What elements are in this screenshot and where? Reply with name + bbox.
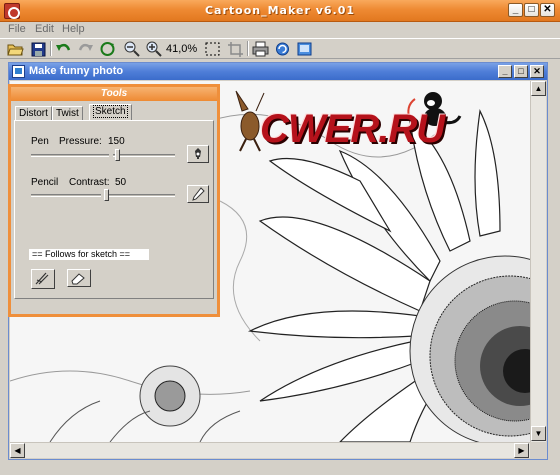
horizontal-scrollbar[interactable]: ◀ ▶ (10, 442, 530, 458)
pencil-slider-a[interactable] (31, 191, 101, 199)
pressure-label: Pressure: (59, 136, 102, 147)
eraser-icon (71, 273, 85, 285)
tab-distort[interactable]: Distort (15, 106, 52, 120)
contrast-slider[interactable] (104, 189, 175, 201)
vertical-scrollbar[interactable]: ▲ ▼ (530, 81, 546, 442)
maximize-button[interactable]: □ (524, 3, 539, 17)
toolbar: 41,0% (0, 38, 560, 59)
undo-icon[interactable] (54, 40, 73, 58)
watermark-logo: CWER.RU (260, 107, 445, 151)
tab-twist[interactable]: Twist (52, 106, 83, 120)
inner-maximize-button[interactable]: □ (514, 65, 528, 78)
slider-track (31, 194, 101, 197)
toolbar-separator (50, 41, 52, 56)
tools-panel: Tools Distort Twist Sketch Pen Pressure:… (8, 84, 220, 317)
tab-sketch-label: Sketch (93, 105, 128, 118)
pencil-label: Pencil (31, 177, 59, 188)
inner-close-button[interactable]: ✕ (530, 65, 544, 78)
tools-panel-title: Tools (11, 87, 217, 101)
minimize-button[interactable]: _ (508, 3, 523, 17)
open-folder-icon[interactable] (6, 40, 25, 58)
menu-bar: File Edit Help (0, 22, 560, 38)
photo-window-title: Make funny photo (29, 65, 124, 77)
save-icon[interactable] (29, 40, 48, 58)
export-icon[interactable] (295, 40, 314, 58)
window-title: Cartoon_Maker v6.01 (204, 4, 356, 17)
close-button[interactable]: ✕ (540, 3, 555, 17)
pencil-tool-button[interactable] (187, 185, 209, 203)
brush-icon (35, 272, 49, 285)
pressure-value: 150 (108, 136, 125, 147)
contrast-slider-thumb[interactable] (104, 189, 109, 201)
zoom-in-icon[interactable] (144, 40, 163, 58)
pen-label: Pen (31, 136, 49, 147)
redo-icon[interactable] (76, 40, 95, 58)
pencil-icon (192, 187, 205, 201)
slider-track (113, 154, 175, 157)
rotate-icon[interactable] (273, 40, 292, 58)
toolbar-separator (247, 41, 249, 56)
sketch-brush-button[interactable] (31, 269, 55, 289)
eraser-button[interactable] (67, 269, 91, 287)
pen-slider-a[interactable] (31, 151, 109, 159)
menu-help[interactable]: Help (62, 23, 85, 35)
sketch-tab-content: Pen Pressure: 150 Pencil Contrast: 50 ==… (14, 120, 214, 299)
contrast-label: Contrast: (69, 177, 110, 188)
main-title-bar: Cartoon_Maker v6.01 _ □ ✕ (0, 0, 560, 22)
scroll-right-arrow[interactable]: ▶ (514, 443, 529, 458)
print-icon[interactable] (251, 40, 270, 58)
inner-minimize-button[interactable]: _ (498, 65, 512, 78)
photo-window-icon (12, 65, 25, 78)
pressure-slider-thumb[interactable] (115, 149, 120, 161)
crop-icon[interactable] (226, 40, 245, 58)
menu-edit[interactable]: Edit (35, 23, 54, 35)
zoom-level: 41,0% (166, 43, 198, 55)
photo-window-title-bar: Make funny photo _ □ ✕ (9, 63, 547, 80)
pen-tool-button[interactable] (187, 145, 209, 163)
slider-track (31, 154, 109, 157)
zoom-out-icon[interactable] (122, 40, 141, 58)
slider-track (105, 194, 175, 197)
menu-file[interactable]: File (8, 23, 26, 35)
pen-icon (195, 148, 201, 159)
scroll-left-arrow[interactable]: ◀ (10, 443, 25, 458)
select-area-icon[interactable] (203, 40, 222, 58)
pressure-slider[interactable] (113, 149, 175, 161)
contrast-value: 50 (115, 177, 127, 188)
refresh-icon[interactable] (98, 40, 117, 58)
scroll-down-arrow[interactable]: ▼ (531, 426, 546, 441)
tab-sketch[interactable]: Sketch (89, 104, 132, 120)
follows-for-sketch-label: == Follows for sketch == (29, 249, 149, 260)
scroll-up-arrow[interactable]: ▲ (531, 81, 546, 96)
